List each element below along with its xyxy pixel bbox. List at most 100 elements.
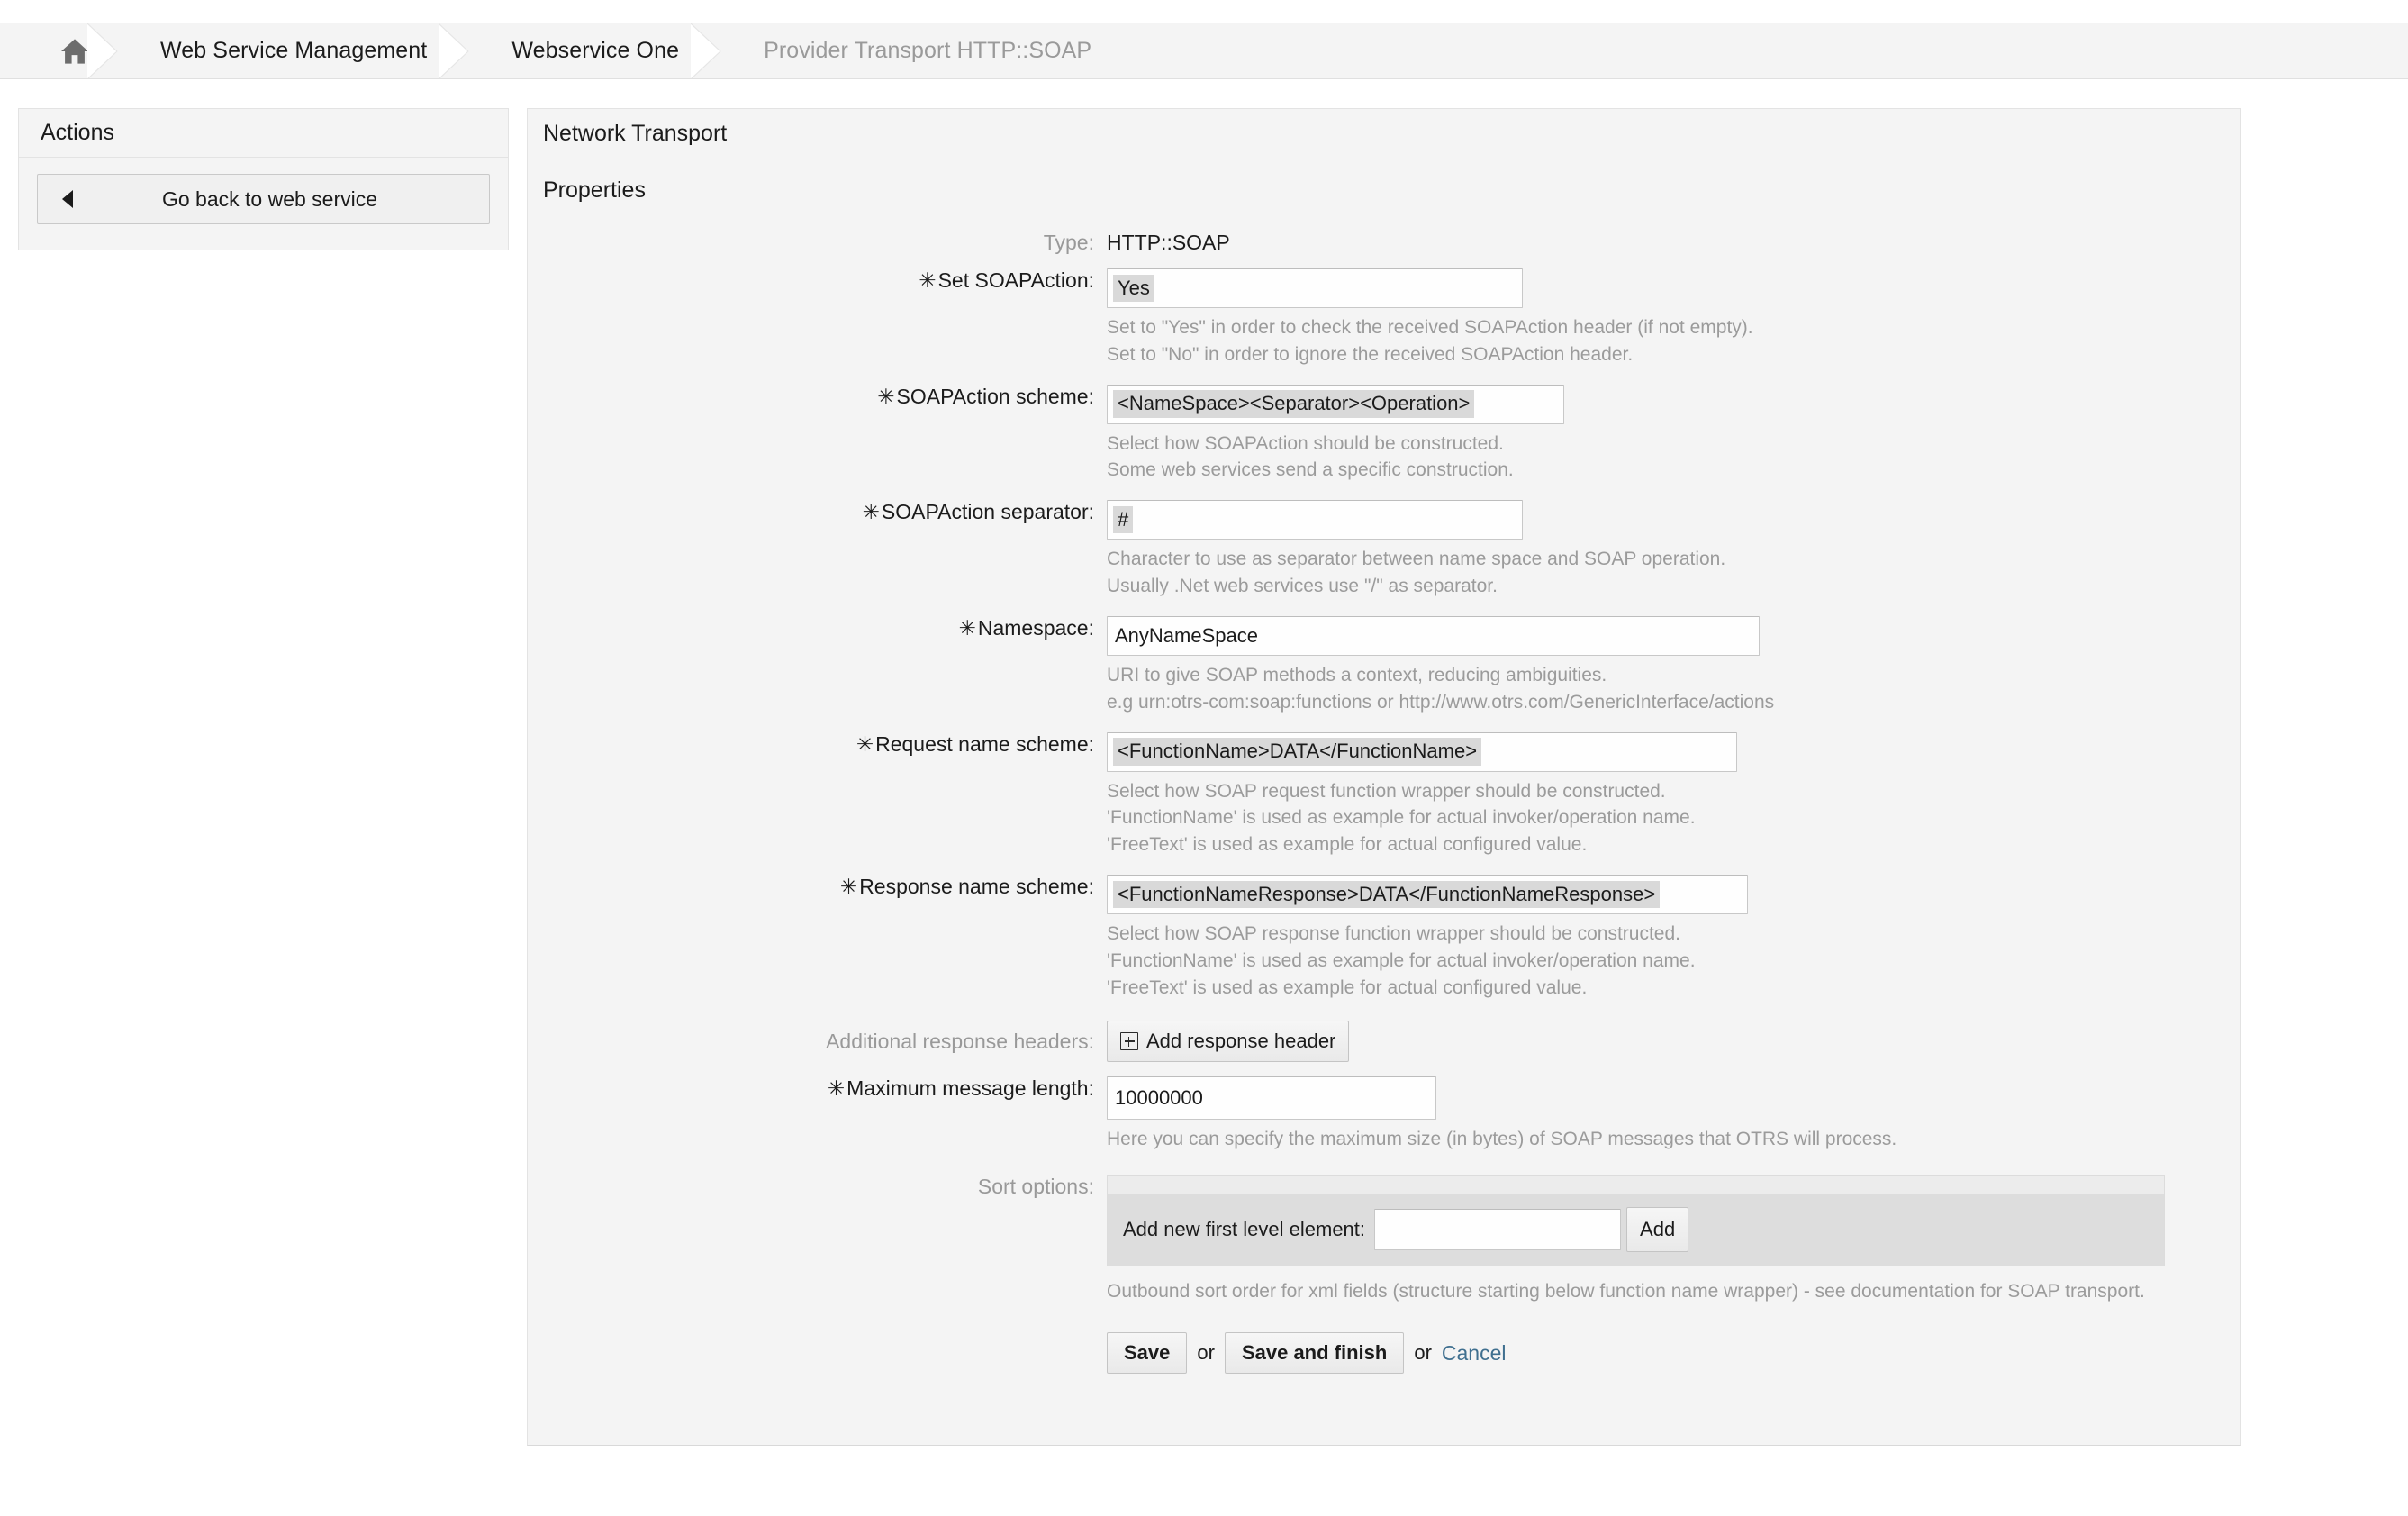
properties-heading: Properties [543, 177, 646, 203]
breadcrumb-separator-icon [691, 23, 722, 78]
response-name-scheme-label: ✳Response name scheme: [839, 874, 1094, 898]
hint-line: Select how SOAP response function wrappe… [1107, 922, 1680, 944]
request-name-scheme-hint: Select how SOAP request function wrapper… [1107, 778, 2240, 858]
form-actions: Save or Save and finish or Cancel [1107, 1332, 2240, 1374]
breadcrumb-item-webservice-one[interactable]: Webservice One [468, 23, 722, 78]
breadcrumb-item-current: Provider Transport HTTP::SOAP [720, 23, 1133, 78]
namespace-label: ✳Namespace: [958, 615, 1094, 640]
set-soapaction-value: Yes [1113, 274, 1154, 303]
response-name-scheme-select[interactable]: <FunctionNameResponse>DATA</FunctionName… [1107, 874, 1748, 914]
sort-options-tree-area [1107, 1175, 2165, 1195]
save-and-finish-button[interactable]: Save and finish [1224, 1332, 1405, 1374]
field-row-soapaction-scheme: ✳SOAPAction scheme: <NameSpace><Separato… [528, 384, 2240, 485]
field-row-set-soapaction: ✳Set SOAPAction: Yes Set to "Yes" in ord… [528, 268, 2240, 368]
sort-options-label: Sort options: [977, 1175, 1094, 1199]
breadcrumb-item-web-service-management[interactable]: Web Service Management [117, 23, 470, 78]
field-row-maximum-message-length: ✳Maximum message length: Here you can sp… [528, 1076, 2240, 1153]
save-label: Save [1124, 1341, 1171, 1364]
breadcrumb-home[interactable] [0, 23, 118, 78]
request-name-scheme-value: <FunctionName>DATA</FunctionName> [1113, 738, 1482, 766]
field-row-namespace: ✳Namespace: URI to give SOAP methods a c… [528, 615, 2240, 716]
hint-line: 'FunctionName' is used as example for ac… [1107, 949, 1696, 971]
hint-line: Usually .Net web services use "/" as sep… [1107, 576, 1498, 597]
plus-square-icon [1120, 1032, 1138, 1051]
hint-line: e.g urn:otrs-com:soap:functions or http:… [1107, 691, 1775, 713]
soapaction-separator-value: # [1113, 506, 1134, 534]
response-name-scheme-value: <FunctionNameResponse>DATA</FunctionName… [1113, 880, 1661, 909]
soapaction-separator-label: ✳SOAPAction separator: [862, 500, 1094, 524]
field-row-type: Type: HTTP::SOAP [528, 231, 2240, 255]
actions-sidebar: Actions Go back to web service [18, 108, 509, 250]
required-star-icon: ✳ [827, 1076, 846, 1101]
add-new-first-level-element-label: Add new first level element: [1123, 1218, 1366, 1241]
hint-line: Select how SOAPAction should be construc… [1107, 432, 1504, 454]
soapaction-scheme-value: <NameSpace><Separator><Operation> [1113, 390, 1475, 418]
hint-line: Here you can specify the maximum size (i… [1107, 1129, 1897, 1150]
save-and-finish-label: Save and finish [1241, 1341, 1388, 1364]
add-element-label: Add [1640, 1218, 1676, 1241]
save-button[interactable]: Save [1107, 1332, 1188, 1374]
add-new-first-level-element-input[interactable] [1374, 1209, 1622, 1251]
network-transport-panel: Network Transport Properties Type: HTTP:… [527, 108, 2241, 1446]
maximum-message-length-label: ✳Maximum message length: [827, 1076, 1094, 1101]
add-response-header-label: Add response header [1146, 1030, 1336, 1053]
soapaction-scheme-select[interactable]: <NameSpace><Separator><Operation> [1107, 384, 1564, 424]
namespace-input[interactable] [1107, 615, 1760, 656]
add-response-header-button[interactable]: Add response header [1107, 1021, 1350, 1063]
required-star-icon: ✳ [877, 384, 895, 408]
soapaction-scheme-hint: Select how SOAPAction should be construc… [1107, 431, 2240, 485]
soapaction-separator-hint: Character to use as separator between na… [1107, 546, 2240, 600]
breadcrumb-label: Provider Transport HTTP::SOAP [764, 38, 1092, 63]
hint-line: Character to use as separator between na… [1107, 549, 1726, 570]
hint-line: Outbound sort order for xml fields (stru… [1107, 1281, 2145, 1303]
hint-line: Set to "No" in order to ignore the recei… [1107, 343, 1634, 365]
maximum-message-length-hint: Here you can specify the maximum size (i… [1107, 1126, 2240, 1153]
set-soapaction-select[interactable]: Yes [1107, 268, 1523, 308]
panel-title: Network Transport [528, 109, 2240, 159]
breadcrumb: Web Service Management Webservice One Pr… [0, 23, 2408, 79]
response-name-scheme-hint: Select how SOAP response function wrappe… [1107, 921, 2240, 1001]
required-star-icon: ✳ [919, 268, 937, 292]
set-soapaction-label: ✳Set SOAPAction: [919, 268, 1094, 292]
sort-options-panel: Add new first level element: Add [1107, 1175, 2165, 1267]
field-row-soapaction-separator: ✳SOAPAction separator: # Character to us… [528, 500, 2240, 600]
soapaction-separator-select[interactable]: # [1107, 500, 1523, 540]
request-name-scheme-label: ✳Request name scheme: [855, 731, 1094, 756]
required-star-icon: ✳ [855, 731, 874, 756]
breadcrumb-label: Web Service Management [160, 38, 428, 63]
field-row-response-name-scheme: ✳Response name scheme: <FunctionNameResp… [528, 874, 2240, 1001]
type-label: Type: [1043, 231, 1094, 254]
hint-line: Select how SOAP request function wrapper… [1107, 780, 1666, 802]
field-row-additional-response-headers: Additional response headers: Add respons… [528, 1021, 2240, 1063]
home-icon [59, 38, 90, 65]
set-soapaction-hint: Set to "Yes" in order to check the recei… [1107, 314, 2240, 368]
maximum-message-length-input[interactable] [1107, 1076, 1436, 1121]
required-star-icon: ✳ [862, 500, 880, 524]
breadcrumb-label: Webservice One [511, 38, 680, 63]
sidebar-body: Go back to web service [19, 158, 508, 250]
required-star-icon: ✳ [958, 615, 976, 640]
hint-line: 'FreeText' is used as example for actual… [1107, 834, 1588, 856]
cancel-link[interactable]: Cancel [1442, 1341, 1507, 1366]
breadcrumb-separator-icon [87, 23, 118, 78]
soapaction-scheme-label: ✳SOAPAction scheme: [877, 384, 1094, 408]
sort-options-hint: Outbound sort order for xml fields (stru… [1107, 1278, 2240, 1305]
go-back-to-web-service-button[interactable]: Go back to web service [37, 174, 490, 224]
hint-line: URI to give SOAP methods a context, redu… [1107, 664, 1607, 685]
type-value: HTTP::SOAP [1107, 231, 1230, 254]
namespace-hint: URI to give SOAP methods a context, redu… [1107, 662, 2240, 716]
add-element-button[interactable]: Add [1626, 1207, 1689, 1253]
hint-line: Some web services send a specific constr… [1107, 459, 1514, 481]
or-separator-1: or [1197, 1341, 1215, 1364]
field-row-request-name-scheme: ✳Request name scheme: <FunctionName>DATA… [528, 731, 2240, 858]
or-separator-2: or [1414, 1341, 1432, 1364]
form-footer-row: Save or Save and finish or Cancel [528, 1332, 2240, 1374]
chevron-left-icon [62, 190, 73, 208]
sort-options-add-row: Add new first level element: Add [1107, 1194, 2165, 1267]
hint-line: 'FreeText' is used as example for actual… [1107, 976, 1588, 998]
request-name-scheme-select[interactable]: <FunctionName>DATA</FunctionName> [1107, 731, 1737, 772]
hint-line: Set to "Yes" in order to check the recei… [1107, 317, 1753, 338]
hint-line: 'FunctionName' is used as example for ac… [1107, 807, 1696, 829]
required-star-icon: ✳ [839, 874, 858, 898]
additional-response-headers-label: Additional response headers: [826, 1029, 1094, 1053]
